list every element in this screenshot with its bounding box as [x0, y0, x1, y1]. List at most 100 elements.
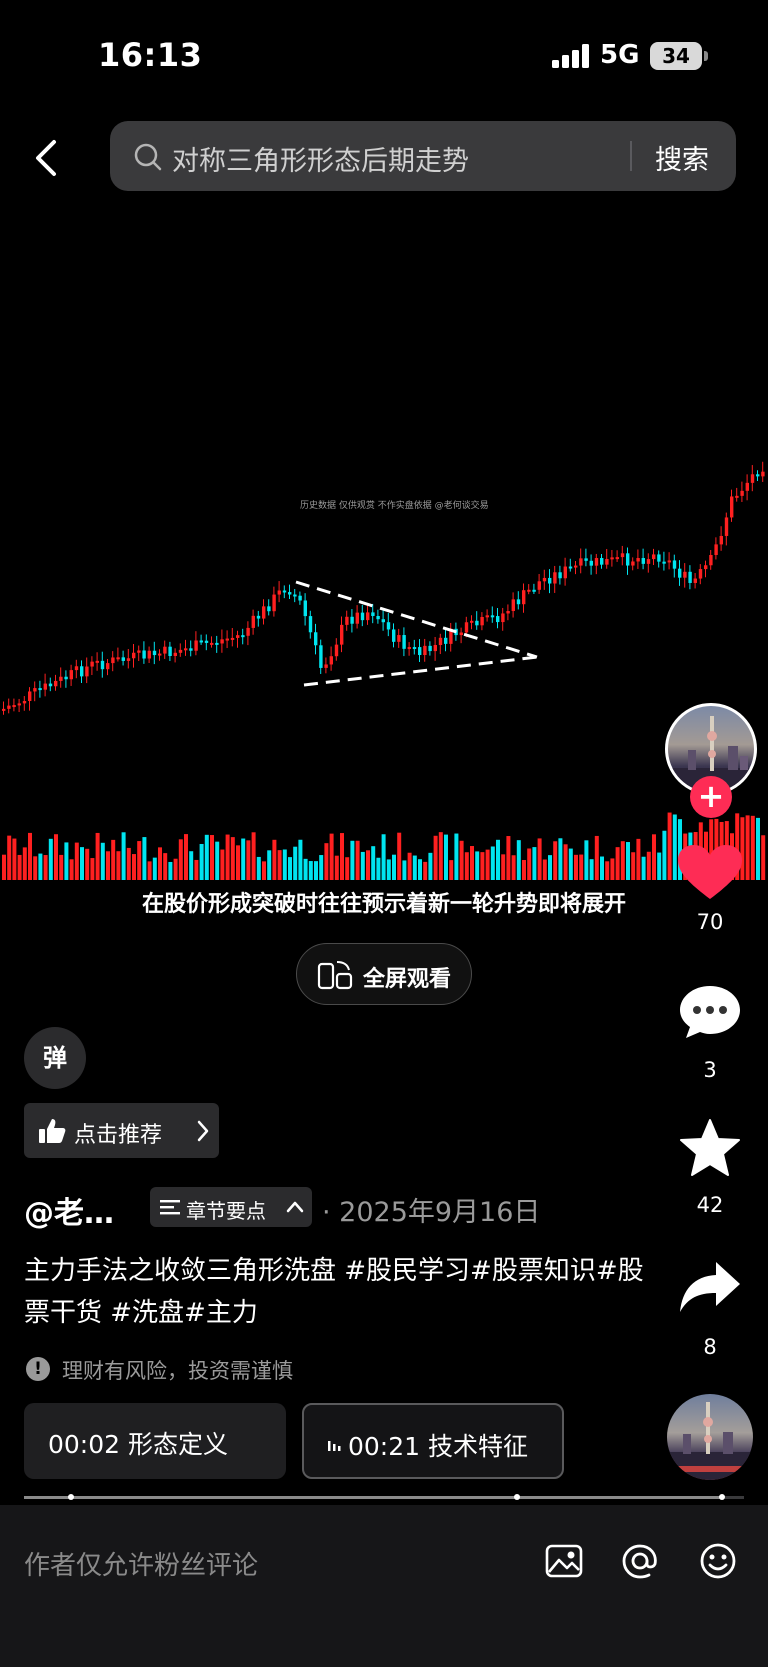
candle-body — [85, 666, 89, 677]
volume-bar — [293, 846, 298, 880]
status-bar: 16:13 5G 34 — [0, 0, 768, 110]
volume-bar — [262, 861, 266, 880]
candle-body — [589, 560, 593, 566]
candle-body — [516, 599, 521, 605]
candle-body — [111, 657, 115, 664]
candle-body — [371, 612, 375, 617]
volume-bar — [340, 833, 344, 880]
volume-bar — [215, 841, 220, 880]
volume-bar — [178, 839, 183, 880]
candle-body — [558, 572, 562, 579]
candle-body — [444, 637, 448, 644]
volume-bar — [464, 852, 469, 880]
candle-body — [298, 595, 302, 601]
comment-input[interactable]: 作者仅允许粉丝评论 — [24, 1545, 258, 1582]
volume-bar — [303, 858, 308, 880]
volume-bar — [17, 854, 22, 880]
volume-bar — [652, 834, 656, 880]
volume-bar — [48, 838, 53, 880]
chapter-points-button[interactable]: 章节要点 — [150, 1187, 312, 1227]
progress-handle[interactable] — [719, 1494, 726, 1500]
candle-body — [506, 611, 510, 614]
volume-bar — [626, 842, 630, 880]
candle-body — [7, 705, 11, 709]
candle-body — [761, 471, 765, 477]
star-icon[interactable] — [676, 1118, 744, 1178]
candle-body — [418, 647, 422, 656]
candle-body — [626, 553, 630, 566]
candle-body — [178, 649, 183, 653]
candle-body — [407, 647, 411, 650]
heart-icon[interactable] — [676, 843, 744, 903]
share-icon[interactable] — [676, 1258, 744, 1318]
video-progress-bar[interactable] — [24, 1494, 744, 1500]
search-button[interactable]: 搜索 — [655, 138, 709, 177]
chapter-item-label: 00:02 形态定义 — [48, 1430, 228, 1459]
volume-bar — [444, 834, 448, 880]
video-description[interactable]: 主力手法之收敛三角形洗盘 #股民学习#股票知识#股票干货 #洗盘#主力 — [24, 1250, 644, 1334]
candle-body — [116, 657, 120, 660]
candle-body — [631, 561, 635, 566]
volume-bar — [142, 837, 147, 880]
danmu-toggle-button[interactable]: 弹 — [24, 1027, 86, 1089]
triangle-trendline — [295, 580, 538, 659]
volume-bar — [230, 837, 235, 880]
favorite-count: 42 — [696, 1193, 724, 1217]
image-icon[interactable] — [544, 1541, 584, 1581]
volume-bar — [251, 832, 256, 880]
volume-bar — [236, 845, 240, 880]
fullscreen-button[interactable]: 全屏观看 — [296, 943, 472, 1005]
candle-body — [381, 619, 385, 623]
at-mention-icon[interactable] — [620, 1541, 660, 1581]
candle-body — [340, 624, 344, 645]
candle-body — [241, 635, 245, 638]
candle-body — [184, 648, 188, 651]
volume-bar — [256, 856, 261, 880]
candle-body — [548, 577, 552, 584]
candle-body — [750, 474, 755, 483]
volume-bar — [407, 852, 412, 880]
candle-body — [189, 648, 193, 651]
candle-body — [464, 622, 469, 633]
signal-icon — [552, 44, 590, 68]
follow-button[interactable]: + — [690, 776, 732, 818]
candle-body — [584, 558, 588, 561]
volume-bar — [246, 840, 251, 880]
candle-body — [256, 615, 261, 619]
candle-body — [355, 612, 359, 624]
emoji-icon[interactable] — [698, 1541, 738, 1581]
candle-body — [251, 615, 255, 628]
candle-body — [511, 599, 515, 612]
candle-body — [724, 517, 729, 536]
comment-icon[interactable] — [676, 982, 744, 1042]
candle-body — [267, 606, 271, 612]
author-name[interactable]: @老… — [24, 1188, 114, 1232]
candle-body — [683, 571, 687, 578]
search-input[interactable]: 对称三角形形态后期走势 搜索 — [110, 121, 736, 191]
candle-body — [303, 600, 307, 617]
candle-body — [532, 589, 536, 592]
music-disc-avatar[interactable] — [667, 1394, 753, 1480]
volume-bar — [334, 855, 339, 880]
progress-fill — [24, 1496, 723, 1499]
chapter-item-features[interactable]: 00:21 技术特征 — [302, 1403, 564, 1479]
candle-body — [704, 565, 708, 570]
volume-bar — [69, 859, 74, 880]
volume-bar — [574, 854, 578, 880]
candle-body — [730, 496, 734, 518]
video-frame-stock-chart[interactable] — [0, 460, 768, 880]
volume-bar — [272, 839, 277, 880]
volume-bar — [355, 840, 360, 880]
candle-body — [246, 627, 250, 636]
candle-body — [392, 629, 396, 642]
battery-icon: 34 — [650, 42, 702, 70]
recommend-button[interactable]: 点击推荐 — [24, 1103, 219, 1158]
candle-body — [740, 490, 744, 496]
volume-bar — [646, 851, 651, 880]
chapter-item-definition[interactable]: 00:02 形态定义 — [24, 1403, 286, 1479]
volume-bar — [402, 860, 407, 880]
candle-body — [69, 670, 73, 680]
candle-body — [662, 561, 666, 564]
back-button[interactable] — [24, 130, 68, 186]
volume-bar — [537, 838, 542, 880]
